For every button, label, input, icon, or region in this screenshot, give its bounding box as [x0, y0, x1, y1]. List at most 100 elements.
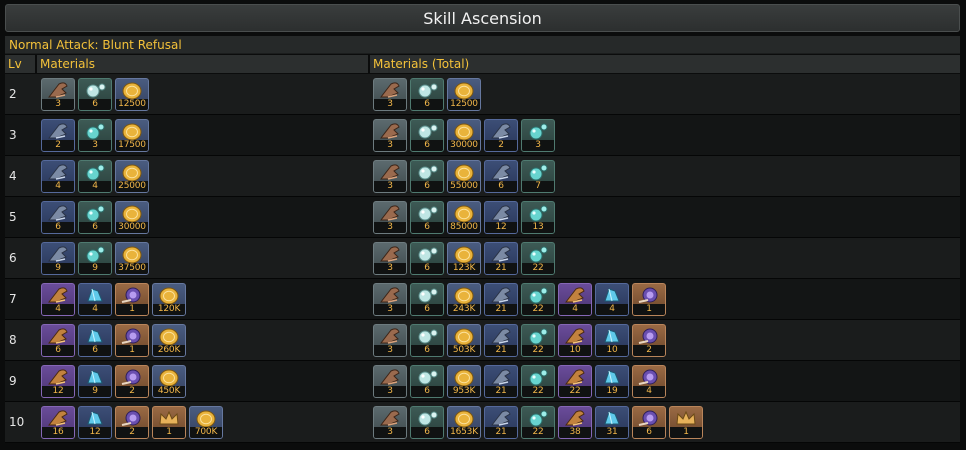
material-item[interactable]: 10	[595, 324, 629, 357]
material-item[interactable]: 3	[41, 78, 75, 111]
material-item[interactable]: 21	[484, 406, 518, 439]
table-row: 2 3 6 12500 3 6 12500	[5, 74, 960, 115]
material-item[interactable]: 13	[521, 201, 555, 234]
material-item[interactable]: 6	[410, 78, 444, 111]
materials-list: 9 9 37500	[41, 242, 149, 275]
material-item[interactable]: 6	[410, 242, 444, 275]
material-item[interactable]: 503K	[447, 324, 481, 357]
material-item[interactable]: 22	[558, 365, 592, 398]
material-item[interactable]: 2	[632, 324, 666, 357]
material-item[interactable]: 19	[595, 365, 629, 398]
material-item[interactable]: 22	[521, 283, 555, 316]
material-item[interactable]: 9	[78, 365, 112, 398]
material-item[interactable]: 2	[41, 119, 75, 152]
material-item[interactable]: 6	[41, 324, 75, 357]
material-item[interactable]: 1	[152, 406, 186, 439]
material-item[interactable]: 30000	[115, 201, 149, 234]
material-item[interactable]: 120K	[152, 283, 186, 316]
material-item[interactable]: 3	[373, 406, 407, 439]
material-item[interactable]: 3	[373, 283, 407, 316]
material-item[interactable]: 10	[558, 324, 592, 357]
material-item[interactable]: 38	[558, 406, 592, 439]
material-item[interactable]: 85000	[447, 201, 481, 234]
material-item[interactable]: 3	[373, 160, 407, 193]
material-item[interactable]: 22	[521, 406, 555, 439]
material-item[interactable]: 1	[115, 324, 149, 357]
material-item[interactable]: 25000	[115, 160, 149, 193]
material-item[interactable]: 30000	[447, 119, 481, 152]
material-item[interactable]: 2	[115, 406, 149, 439]
material-item[interactable]: 4	[595, 283, 629, 316]
material-item[interactable]: 6	[410, 119, 444, 152]
material-item[interactable]: 9	[78, 242, 112, 275]
material-count: 10	[559, 345, 591, 356]
material-item[interactable]: 4	[632, 365, 666, 398]
material-item[interactable]: 6	[410, 365, 444, 398]
material-item[interactable]: 6	[632, 406, 666, 439]
material-item[interactable]: 6	[484, 160, 518, 193]
material-item[interactable]: 6	[78, 201, 112, 234]
material-item[interactable]: 3	[373, 119, 407, 152]
material-item[interactable]: 6	[410, 283, 444, 316]
material-item[interactable]: 3	[373, 324, 407, 357]
material-item[interactable]: 4	[41, 160, 75, 193]
material-item[interactable]: 3	[373, 78, 407, 111]
purple-pincer-icon	[559, 325, 591, 347]
material-item[interactable]: 450K	[152, 365, 186, 398]
material-item[interactable]: 6	[41, 201, 75, 234]
material-item[interactable]: 16	[41, 406, 75, 439]
material-item[interactable]: 17500	[115, 119, 149, 152]
material-item[interactable]: 31	[595, 406, 629, 439]
material-item[interactable]: 953K	[447, 365, 481, 398]
material-item[interactable]: 21	[484, 324, 518, 357]
material-item[interactable]: 21	[484, 283, 518, 316]
material-item[interactable]: 6	[410, 324, 444, 357]
material-item[interactable]: 7	[521, 160, 555, 193]
material-item[interactable]: 6	[78, 324, 112, 357]
material-item[interactable]: 3	[373, 201, 407, 234]
material-item[interactable]: 1653K	[447, 406, 481, 439]
crab-pincer-icon	[374, 79, 406, 101]
material-item[interactable]: 700K	[189, 406, 223, 439]
material-count: 9	[42, 263, 74, 274]
material-item[interactable]: 22	[521, 324, 555, 357]
material-item[interactable]: 243K	[447, 283, 481, 316]
materials-list: 12 9 2 450K	[41, 365, 186, 398]
material-item[interactable]: 55000	[447, 160, 481, 193]
material-item[interactable]: 4	[78, 160, 112, 193]
material-item[interactable]: 3	[78, 119, 112, 152]
material-item[interactable]: 21	[484, 242, 518, 275]
material-item[interactable]: 12	[484, 201, 518, 234]
material-item[interactable]: 2	[115, 365, 149, 398]
level-label: 2	[9, 87, 17, 101]
material-item[interactable]: 6	[410, 406, 444, 439]
material-item[interactable]: 4	[558, 283, 592, 316]
material-item[interactable]: 3	[521, 119, 555, 152]
material-item[interactable]: 260K	[152, 324, 186, 357]
material-item[interactable]: 12500	[115, 78, 149, 111]
material-item[interactable]: 22	[521, 365, 555, 398]
material-item[interactable]: 12500	[447, 78, 481, 111]
material-item[interactable]: 1	[632, 283, 666, 316]
material-item[interactable]: 6	[410, 201, 444, 234]
material-item[interactable]: 6	[78, 78, 112, 111]
material-item[interactable]: 37500	[115, 242, 149, 275]
material-item[interactable]: 12	[41, 365, 75, 398]
material-item[interactable]: 2	[484, 119, 518, 152]
material-item[interactable]: 1	[115, 283, 149, 316]
material-item[interactable]: 3	[373, 242, 407, 275]
purple-pincer-icon	[42, 284, 74, 306]
purple-pincer-icon	[42, 325, 74, 347]
material-item[interactable]: 123K	[447, 242, 481, 275]
material-item[interactable]: 1	[669, 406, 703, 439]
material-item[interactable]: 4	[78, 283, 112, 316]
material-item[interactable]: 22	[521, 242, 555, 275]
mora-coin-icon	[116, 120, 148, 142]
material-item[interactable]: 4	[41, 283, 75, 316]
material-count: 22	[559, 386, 591, 397]
material-item[interactable]: 6	[410, 160, 444, 193]
material-item[interactable]: 12	[78, 406, 112, 439]
material-item[interactable]: 21	[484, 365, 518, 398]
material-item[interactable]: 3	[373, 365, 407, 398]
material-item[interactable]: 9	[41, 242, 75, 275]
